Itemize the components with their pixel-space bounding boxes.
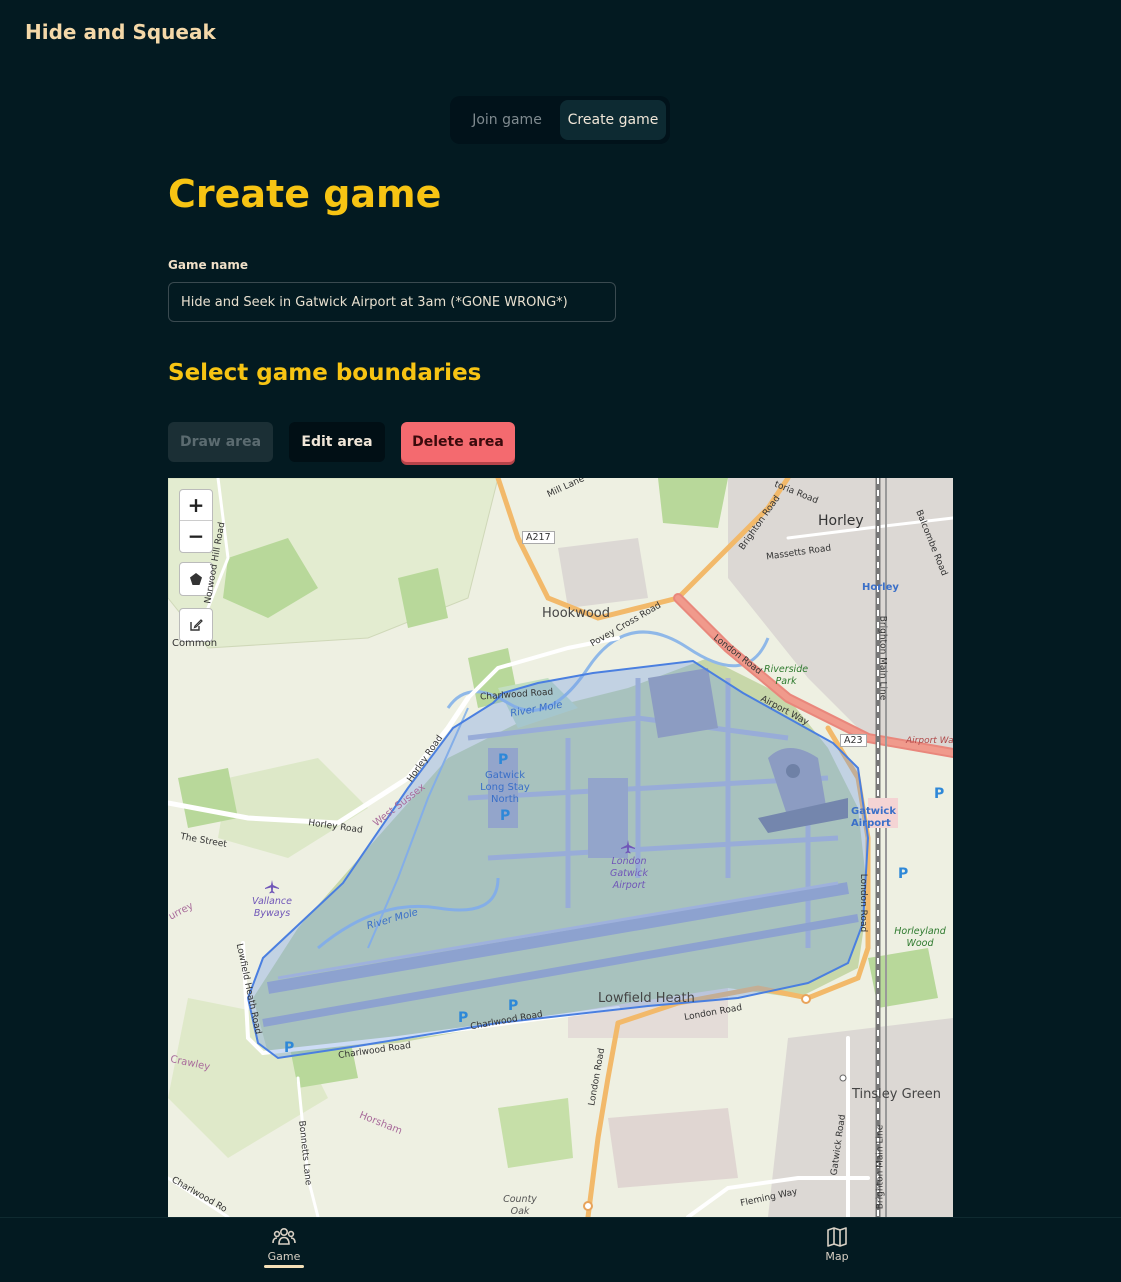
page-title: Create game <box>168 172 442 216</box>
parking-icon: P <box>898 866 909 882</box>
place-label: Common <box>172 638 218 649</box>
map-icon <box>827 1227 847 1247</box>
edit-area-button[interactable]: Edit area <box>289 422 385 462</box>
place-label: Tinsley Green <box>852 1087 941 1102</box>
place-label: Hookwood <box>542 606 611 621</box>
edit-layers-button[interactable] <box>179 608 213 642</box>
boundaries-title: Select game boundaries <box>168 360 482 386</box>
draw-area-button[interactable]: Draw area <box>168 422 273 462</box>
place-label: Horleyland Wood <box>894 926 946 949</box>
road-label: Brighton Main Line <box>875 1124 886 1210</box>
place-label: Vallance Byways <box>252 896 292 919</box>
parking-icon: P <box>508 998 519 1014</box>
game-name-input[interactable] <box>168 282 616 322</box>
road-label: Airport Wa <box>906 736 953 746</box>
place-label: Horley <box>862 582 899 593</box>
nav-game-label: Game <box>267 1250 301 1263</box>
people-icon <box>272 1227 296 1245</box>
place-label: Gatwick Long Stay North <box>480 770 530 805</box>
airport-icon <box>621 840 635 854</box>
tab-join-game[interactable]: Join game <box>454 100 560 140</box>
place-label: London Gatwick Airport <box>609 856 649 891</box>
zoom-controls: + − <box>179 489 213 553</box>
parking-icon: P <box>500 808 511 824</box>
parking-icon: P <box>498 752 509 768</box>
nav-map[interactable]: Map <box>797 1226 877 1263</box>
polygon-icon <box>190 573 202 585</box>
zoom-out-button[interactable]: − <box>180 520 212 551</box>
boundary-map[interactable]: + − Horley Hookwood Lowfield Heath Tinsl… <box>168 478 953 1217</box>
delete-area-button[interactable]: Delete area <box>401 422 515 462</box>
place-label: Riverside Park <box>764 664 809 687</box>
parking-icon: P <box>934 786 945 802</box>
nav-game[interactable]: Game <box>244 1226 324 1268</box>
road-shield: A23 <box>840 734 867 747</box>
parking-icon: P <box>284 1040 295 1056</box>
road-label: London Road <box>858 873 869 933</box>
edit-icon <box>190 619 203 631</box>
game-name-label: Game name <box>168 258 249 272</box>
app-title: Hide and Squeak <box>25 20 216 44</box>
mode-switcher: Join game Create game <box>450 96 670 144</box>
nav-map-label: Map <box>825 1250 849 1263</box>
airfield-icon <box>265 880 279 894</box>
map-tiles <box>168 478 953 1217</box>
place-label: Gatwick Airport <box>851 806 896 829</box>
parking-icon: P <box>458 1010 469 1026</box>
place-label: County Oak <box>503 1194 537 1217</box>
tab-create-game[interactable]: Create game <box>560 100 666 140</box>
bottom-nav: Game Map <box>0 1217 1121 1282</box>
road-shield: A217 <box>522 531 555 544</box>
place-label: Lowfield Heath <box>598 991 695 1006</box>
game-boundary-polygon[interactable] <box>246 659 870 1060</box>
place-label: Horley <box>818 513 864 529</box>
active-indicator <box>264 1265 304 1268</box>
road-label: Brighton Main Line <box>877 615 888 701</box>
zoom-in-button[interactable]: + <box>180 490 212 520</box>
